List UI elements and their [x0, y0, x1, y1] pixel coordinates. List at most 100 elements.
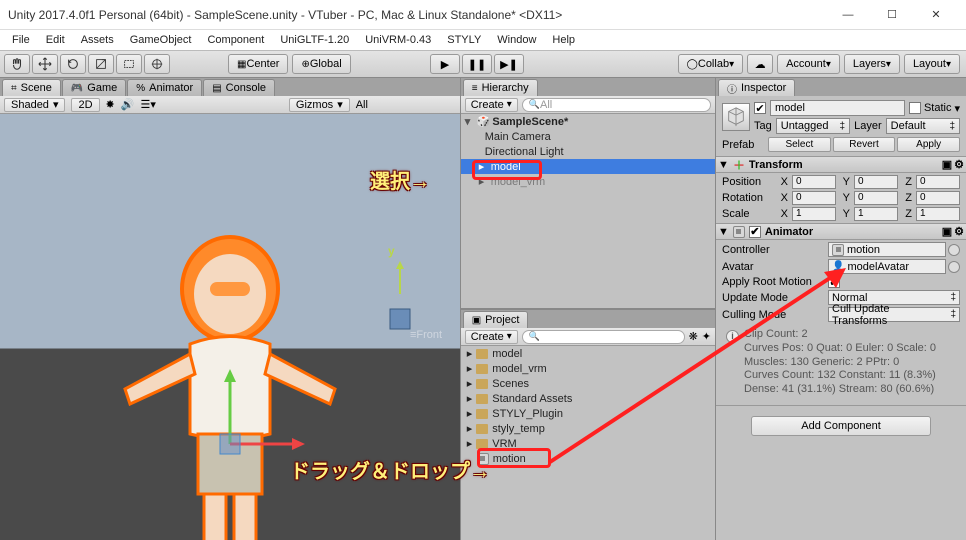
transform-help-icon[interactable]: ▣ — [942, 158, 952, 171]
tab-game[interactable]: 🎮 Game — [62, 79, 126, 96]
account-dropdown[interactable]: Account ▾ — [777, 54, 840, 74]
pivot-toggle[interactable]: ▦ Center — [228, 54, 288, 74]
project-folder-vrm[interactable]: ▸VRM — [461, 436, 715, 451]
menu-gameobject[interactable]: GameObject — [124, 32, 198, 48]
space-toggle[interactable]: ⊕ Global — [292, 54, 350, 74]
project-search[interactable]: 🔍 — [522, 330, 685, 344]
transform-gear-icon[interactable]: ⚙ — [954, 158, 964, 171]
prefab-select-button[interactable]: Select — [768, 137, 831, 152]
rotation-x[interactable]: 0 — [792, 191, 836, 205]
gizmo-y-axis: y — [388, 244, 395, 258]
layout-dropdown[interactable]: Layout ▾ — [904, 54, 960, 74]
animator-help-icon[interactable]: ▣ — [942, 225, 952, 238]
add-component-button[interactable]: Add Component — [751, 416, 931, 436]
pause-button[interactable]: ❚❚ — [462, 54, 492, 74]
project-folder-styly-temp[interactable]: ▸styly_temp — [461, 421, 715, 436]
tab-scene[interactable]: ⌗ Scene — [2, 79, 61, 96]
project-folder-model[interactable]: ▸model — [461, 346, 715, 361]
rotation-y[interactable]: 0 — [854, 191, 898, 205]
menu-unigltf[interactable]: UniGLTF-1.20 — [274, 32, 355, 48]
controller-picker[interactable] — [948, 244, 960, 256]
avatar-field[interactable]: 👤modelAvatar — [828, 259, 946, 274]
animator-enabled-checkbox[interactable]: ✔ — [749, 226, 761, 238]
tab-hierarchy[interactable]: ≡ Hierarchy — [463, 79, 538, 96]
project-folder-model-vrm[interactable]: ▸model_vrm — [461, 361, 715, 376]
shading-dropdown[interactable]: Shaded ▾ — [4, 98, 65, 112]
avatar-picker[interactable] — [948, 261, 960, 273]
rotation-z[interactable]: 0 — [916, 191, 960, 205]
position-x[interactable]: 0 — [792, 175, 836, 189]
project-asset-motion[interactable]: motion — [461, 451, 715, 466]
tab-console[interactable]: ▤ Console — [203, 79, 275, 96]
animator-gear-icon[interactable]: ⚙ — [954, 225, 964, 238]
maximize-button[interactable]: ☐ — [870, 1, 914, 29]
transform-header[interactable]: ▼ Transform▣⚙ — [716, 156, 966, 173]
fx-toggle[interactable]: ☰▾ — [140, 98, 155, 111]
gameobject-icon[interactable] — [722, 103, 750, 131]
step-button[interactable]: ▶❚ — [494, 54, 524, 74]
culling-mode-dropdown[interactable]: Cull Update Transforms‡ — [828, 307, 960, 322]
menu-file[interactable]: File — [6, 32, 36, 48]
tag-dropdown[interactable]: Untagged‡ — [776, 118, 850, 134]
static-checkbox[interactable] — [909, 102, 921, 114]
controller-field[interactable]: motion — [828, 242, 946, 257]
project-folder-scenes[interactable]: ▸Scenes — [461, 376, 715, 391]
menu-styly[interactable]: STYLY — [441, 32, 487, 48]
move-tool[interactable] — [32, 54, 58, 74]
layer-dropdown[interactable]: Default‡ — [886, 118, 960, 134]
prefab-revert-button[interactable]: Revert — [833, 137, 896, 152]
apply-root-motion-checkbox[interactable]: ✔ — [828, 276, 840, 288]
scene-search[interactable]: All — [356, 99, 456, 111]
menu-assets[interactable]: Assets — [75, 32, 120, 48]
hierarchy-item-model[interactable]: ▸model — [461, 159, 715, 174]
menu-edit[interactable]: Edit — [40, 32, 71, 48]
animator-header[interactable]: ▼ ✔ Animator▣⚙ — [716, 223, 966, 240]
hierarchy-create[interactable]: Create ▾ — [465, 98, 518, 112]
hierarchy-item-camera[interactable]: Main Camera — [461, 129, 715, 144]
hand-tool[interactable] — [4, 54, 30, 74]
scale-tool[interactable] — [88, 54, 114, 74]
layers-dropdown[interactable]: Layers ▾ — [844, 54, 900, 74]
scale-z[interactable]: 1 — [916, 207, 960, 221]
hierarchy-item-model-vrm[interactable]: ▸model_vrm — [461, 174, 715, 189]
menu-help[interactable]: Help — [546, 32, 581, 48]
avatar-label: Avatar — [722, 261, 826, 273]
gizmos-dropdown[interactable]: Gizmos ▾ — [289, 98, 350, 112]
filter-icon[interactable]: ❋ — [689, 330, 698, 343]
project-folder-standard[interactable]: ▸Standard Assets — [461, 391, 715, 406]
rotate-tool[interactable] — [60, 54, 86, 74]
audio-toggle[interactable]: 🔊 — [121, 98, 135, 111]
close-button[interactable]: ✕ — [914, 1, 958, 29]
menu-component[interactable]: Component — [201, 32, 270, 48]
position-z[interactable]: 0 — [916, 175, 960, 189]
tab-animator[interactable]: % Animator — [127, 79, 202, 96]
hierarchy-item-light[interactable]: Directional Light — [461, 144, 715, 159]
menu-window[interactable]: Window — [491, 32, 542, 48]
scale-x[interactable]: 1 — [792, 207, 836, 221]
tab-inspector[interactable]: ⓘ Inspector — [718, 79, 795, 96]
project-list[interactable]: ▸model ▸model_vrm ▸Scenes ▸Standard Asse… — [461, 346, 715, 540]
transform-tool[interactable] — [144, 54, 170, 74]
menubar: File Edit Assets GameObject Component Un… — [0, 30, 966, 50]
menu-univrm[interactable]: UniVRM-0.43 — [359, 32, 437, 48]
gameobject-active-checkbox[interactable]: ✔ — [754, 102, 766, 114]
play-button[interactable]: ▶ — [430, 54, 460, 74]
hierarchy-scene-row[interactable]: ▾🎲 SampleScene* — [461, 114, 715, 129]
prefab-apply-button[interactable]: Apply — [897, 137, 960, 152]
save-icon[interactable]: ✦ — [702, 330, 711, 343]
position-y[interactable]: 0 — [854, 175, 898, 189]
2d-toggle[interactable]: 2D — [71, 98, 99, 112]
hierarchy-list[interactable]: ▾🎲 SampleScene* Main Camera Directional … — [461, 114, 715, 308]
collab-dropdown[interactable]: ◯ Collab ▾ — [678, 54, 743, 74]
tab-project[interactable]: ▣ Project — [463, 311, 529, 328]
minimize-button[interactable]: — — [826, 1, 870, 29]
cloud-button[interactable]: ☁ — [747, 54, 773, 74]
project-create[interactable]: Create ▾ — [465, 330, 518, 344]
light-toggle[interactable]: ✸ — [106, 98, 115, 111]
hierarchy-search[interactable]: 🔍All — [522, 98, 711, 112]
rect-tool[interactable] — [116, 54, 142, 74]
gameobject-name-field[interactable]: model — [770, 100, 905, 116]
project-folder-styly-plugin[interactable]: ▸STYLY_Plugin — [461, 406, 715, 421]
scale-y[interactable]: 1 — [854, 207, 898, 221]
transform-tools — [4, 54, 170, 74]
